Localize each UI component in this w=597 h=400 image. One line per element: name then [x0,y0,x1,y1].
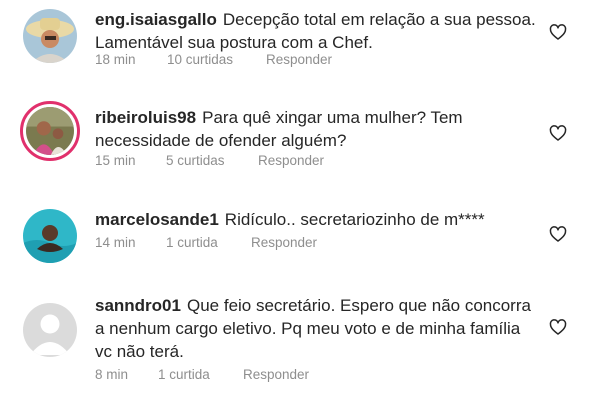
comment-username[interactable]: sanndro01 [95,296,181,315]
comment-body: Ridículo.. secretariozinho de m**** [224,210,485,229]
avatar-photo [26,107,74,155]
comment-text: sanndro01 Que feio secretário. Espero que… [95,294,537,363]
avatar-story-ring[interactable] [20,101,80,161]
avatar[interactable] [23,9,77,63]
avatar[interactable] [23,209,77,263]
reply-button[interactable]: Responder [266,52,332,67]
avatar-photo [23,209,77,263]
comment-likes[interactable]: 5 curtidas [166,153,225,168]
heart-icon[interactable] [548,123,568,143]
heart-icon[interactable] [548,22,568,42]
comment-username[interactable]: marcelosande1 [95,210,219,229]
comment-text: eng.isaiasgallo Decepção total em relação… [95,8,537,54]
comment-likes[interactable]: 1 curtida [166,235,218,250]
comment-text: marcelosande1 Ridículo.. secretariozinho … [95,208,537,231]
comment-username[interactable]: eng.isaiasgallo [95,10,217,29]
reply-button[interactable]: Responder [251,235,317,250]
comment-time: 14 min [95,235,136,250]
reply-button[interactable]: Responder [243,367,309,382]
heart-icon[interactable] [548,317,568,337]
comment-time: 8 min [95,367,129,382]
comment-likes[interactable]: 10 curtidas [167,52,233,67]
comment-text: ribeiroluis98 Para quê xingar uma mulher?… [95,106,537,152]
avatar-photo [23,9,77,63]
comment-time: 18 min [95,52,136,67]
heart-icon[interactable] [548,224,568,244]
comment-username[interactable]: ribeiroluis98 [95,108,196,127]
reply-button[interactable]: Responder [258,153,324,168]
comment-time: 15 min [95,153,136,168]
avatar[interactable] [23,303,77,357]
comment-likes[interactable]: 1 curtida [158,367,210,382]
avatar-placeholder [23,303,77,357]
